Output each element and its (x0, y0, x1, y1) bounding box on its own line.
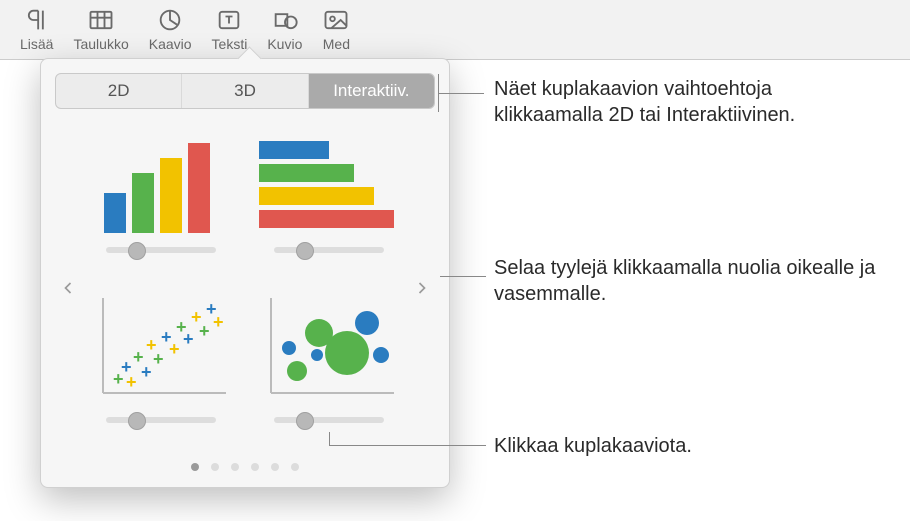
toolbar-table[interactable]: Taulukko (63, 4, 138, 57)
callout-text: Selaa tyylejä klikkaamalla nuolia oikeal… (494, 255, 894, 307)
callout-leader-line (330, 445, 486, 446)
page-dot[interactable] (211, 463, 219, 471)
paragraph-icon (23, 6, 51, 34)
callout-leader-line (329, 432, 330, 446)
toolbar-media-label: Med (323, 36, 350, 52)
style-slider[interactable] (106, 417, 216, 423)
pie-icon (156, 6, 184, 34)
svg-text:+: + (153, 349, 164, 369)
svg-text:+: + (169, 339, 180, 359)
page-dot[interactable] (191, 463, 199, 471)
svg-text:+: + (199, 321, 210, 341)
callout-text: Näet kuplakaavion vaihtoehtoja klikkaama… (494, 76, 814, 128)
toolbar-media[interactable]: Med (312, 4, 360, 57)
chevron-right-icon (412, 278, 432, 298)
prev-arrow[interactable] (57, 268, 79, 308)
page-dot[interactable] (251, 463, 259, 471)
chart-popover: 2D 3D Interaktiiv. (40, 58, 450, 488)
toolbar-table-label: Taulukko (73, 36, 128, 52)
table-icon (87, 6, 115, 34)
segment-2d[interactable]: 2D (56, 74, 182, 108)
svg-text:+: + (213, 312, 224, 332)
svg-text:+: + (183, 329, 194, 349)
callout-text: Klikkaa kuplakaaviota. (494, 433, 692, 459)
chart-thumb-bubble[interactable] (257, 293, 401, 453)
toolbar-insert[interactable]: Lisää (10, 4, 63, 57)
main-toolbar: Lisää Taulukko Kaavio Teksti Kuvio Med (0, 0, 910, 60)
page-dot[interactable] (291, 463, 299, 471)
callout-leader-line (438, 93, 484, 94)
chart-type-segmented-control[interactable]: 2D 3D Interaktiiv. (55, 73, 435, 109)
callout-leader-line (440, 276, 486, 277)
scatter-chart-icon: ++ ++ ++ ++ ++ ++ ++ + (91, 293, 231, 403)
style-slider[interactable] (274, 417, 384, 423)
page-dots[interactable] (55, 463, 435, 471)
column-chart-icon (96, 133, 226, 233)
toolbar-insert-label: Lisää (20, 36, 53, 52)
chart-thumb-bar[interactable] (257, 123, 401, 283)
shape-icon (271, 6, 299, 34)
chart-thumb-scatter[interactable]: ++ ++ ++ ++ ++ ++ ++ + (89, 293, 233, 453)
style-slider[interactable] (106, 247, 216, 253)
next-arrow[interactable] (411, 268, 433, 308)
svg-text:+: + (141, 362, 152, 382)
chart-thumb-column[interactable] (89, 123, 233, 283)
bubble-chart-icon (259, 293, 399, 403)
page-dot[interactable] (231, 463, 239, 471)
style-slider[interactable] (274, 247, 384, 253)
toolbar-shape[interactable]: Kuvio (257, 4, 312, 57)
chevron-left-icon (58, 278, 78, 298)
segment-interactive[interactable]: Interaktiiv. (309, 74, 434, 108)
toolbar-chart-label: Kaavio (149, 36, 192, 52)
page-dot[interactable] (271, 463, 279, 471)
text-icon (215, 6, 243, 34)
toolbar-shape-label: Kuvio (267, 36, 302, 52)
svg-text:+: + (126, 372, 137, 392)
media-icon (322, 6, 350, 34)
bar-chart-icon (259, 133, 399, 233)
toolbar-text-label: Teksti (212, 36, 248, 52)
toolbar-chart[interactable]: Kaavio (139, 4, 202, 57)
chart-style-grid: ++ ++ ++ ++ ++ ++ ++ + (55, 123, 435, 453)
segment-3d[interactable]: 3D (182, 74, 308, 108)
